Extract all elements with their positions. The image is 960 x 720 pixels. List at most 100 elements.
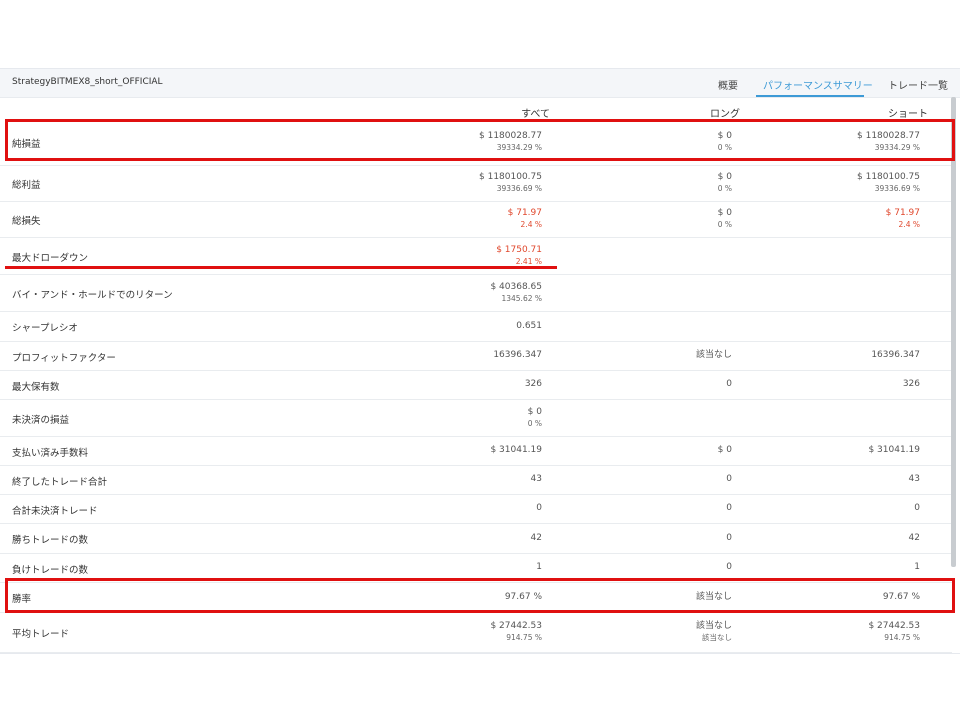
- cell-long: 0: [726, 562, 732, 573]
- cell-all: $ 31041.19: [490, 445, 542, 456]
- row-label: 平均トレード: [12, 629, 70, 640]
- table-row: 未決済の損益 $ 00 %: [0, 399, 952, 437]
- tab-performance-summary[interactable]: パフォーマンスサマリー: [763, 77, 873, 92]
- row-label: 終了したトレード合計: [12, 477, 108, 488]
- cell-value: $ 1750.71: [496, 245, 542, 255]
- cell-long: 0: [726, 379, 732, 390]
- cell-value: 326: [902, 379, 920, 389]
- cell-value: $ 1180100.75: [479, 172, 542, 182]
- cell-value: $ 27442.53: [868, 621, 920, 631]
- cell-value: $ 31041.19: [490, 445, 542, 455]
- cell-value: 該当なし: [695, 350, 732, 360]
- table-row: 最大保有数 326 0 326: [0, 370, 952, 400]
- active-tab-indicator: [756, 95, 864, 97]
- cell-value: $ 71.97: [507, 208, 542, 218]
- cell-all: 43: [531, 474, 542, 485]
- cell-value: 43: [908, 474, 920, 484]
- tab-overview[interactable]: 概要: [718, 77, 738, 92]
- cell-value: 0: [536, 503, 542, 513]
- row-label: 総利益: [12, 180, 41, 191]
- row-label: 最大保有数: [12, 382, 60, 393]
- cell-value: 43: [530, 474, 542, 484]
- cell-value: $ 0: [527, 407, 542, 417]
- table-row: プロフィットファクター 16396.347 該当なし 16396.347: [0, 341, 952, 371]
- cell-value: 16396.347: [871, 350, 920, 360]
- table-row: 総損失 $ 71.97 2.4 % $ 00 % $ 71.97 2.4 %: [0, 201, 952, 238]
- column-header-short: ショート: [888, 109, 928, 120]
- cell-value: 0: [726, 379, 732, 389]
- table-row: バイ・アンド・ホールドでのリターン $ 40368.65 1345.62 %: [0, 274, 952, 312]
- cell-long: 0: [726, 503, 732, 514]
- tab-bar: 概要 パフォーマンスサマリー トレード一覧: [0, 69, 960, 97]
- cell-value: 1: [914, 562, 920, 572]
- cell-value: $ 1180100.75: [857, 172, 920, 182]
- cell-percent: 0 %: [717, 220, 732, 229]
- cell-value: $ 71.97: [885, 208, 920, 218]
- cell-percent: 0 %: [527, 419, 542, 428]
- table-row: 最大ドローダウン $ 1750.71 2.41 %: [0, 237, 952, 275]
- table-row: 総利益 $ 1180100.75 39336.69 % $ 00 % $ 1180100…: [0, 165, 952, 202]
- row-label: 支払い済み手数料: [12, 448, 89, 459]
- cell-percent: 1345.62 %: [501, 294, 542, 303]
- cell-all: 326: [525, 379, 542, 390]
- table-row: 終了したトレード合計 43 0 43: [0, 465, 952, 495]
- table-row: 勝ちトレードの数 42 0 42: [0, 523, 952, 554]
- column-header-long: ロング: [710, 109, 740, 120]
- row-label: バイ・アンド・ホールドでのリターン: [12, 290, 173, 301]
- cell-all: 42: [531, 533, 542, 544]
- cell-percent: 2.4 %: [898, 220, 920, 229]
- strategy-header-bar: StrategyBITMEX8_short_OFFICIAL 概要 パフォーマン…: [0, 69, 960, 98]
- cell-value: 1: [536, 562, 542, 572]
- table-row: 平均トレード $ 27442.53 914.75 % 該当なし 該当なし $ 27442.…: [0, 612, 952, 653]
- cell-percent: 0 %: [717, 184, 732, 193]
- cell-all: $ 1180100.75 39336.69 %: [479, 172, 542, 194]
- table-row: 合計未決済トレード 0 0 0: [0, 494, 952, 524]
- tab-trade-list[interactable]: トレード一覧: [888, 77, 948, 92]
- row-label: 総損失: [12, 216, 41, 227]
- cell-all: 0: [536, 503, 542, 514]
- highlight-net-profit-row: [5, 119, 955, 161]
- cell-value: 42: [530, 533, 542, 543]
- cell-short: 43: [909, 474, 920, 485]
- cell-value: 16396.347: [493, 350, 542, 360]
- cell-all: $ 27442.53 914.75 %: [490, 621, 542, 643]
- cell-value: $ 31041.19: [868, 445, 920, 455]
- cell-value: 0: [914, 503, 920, 513]
- cell-long: $ 0: [718, 445, 732, 456]
- cell-all: $ 40368.65 1345.62 %: [490, 282, 542, 304]
- cell-percent: 39336.69 %: [496, 184, 542, 193]
- cell-value: 0: [726, 533, 732, 543]
- cell-percent: 914.75 %: [884, 633, 920, 642]
- cell-value: 0: [726, 503, 732, 513]
- row-label: 負けトレードの数: [12, 565, 89, 576]
- cell-value: 326: [524, 379, 542, 389]
- row-label: 合計未決済トレード: [12, 506, 98, 517]
- cell-percent: 39336.69 %: [874, 184, 920, 193]
- cell-short: $ 1180100.75 39336.69 %: [857, 172, 920, 194]
- cell-long: $ 00 %: [718, 172, 732, 194]
- cell-percent: 2.4 %: [520, 220, 542, 229]
- cell-value: $ 0: [717, 172, 732, 182]
- column-header-all: すべて: [521, 109, 550, 120]
- cell-short: 42: [909, 533, 920, 544]
- cell-long: $ 00 %: [718, 208, 732, 230]
- cell-value: $ 27442.53: [490, 621, 542, 631]
- cell-percent: 該当なし: [702, 633, 732, 642]
- row-label: 勝ちトレードの数: [12, 535, 89, 546]
- cell-short: 0: [914, 503, 920, 514]
- cell-value: 0: [726, 562, 732, 572]
- cell-all: 0.651: [516, 321, 542, 332]
- cell-short: 1: [914, 562, 920, 573]
- cell-long: 0: [726, 533, 732, 544]
- cell-long: 該当なし 該当なし: [696, 621, 732, 643]
- highlight-max-drawdown-underline: [5, 266, 557, 269]
- cell-all: 16396.347: [493, 350, 542, 361]
- cell-short: $ 27442.53 914.75 %: [868, 621, 920, 643]
- cell-all: $ 00 %: [528, 407, 542, 429]
- row-label: 未決済の損益: [12, 415, 70, 426]
- cell-short: $ 71.97 2.4 %: [886, 208, 920, 230]
- row-label: シャープレシオ: [12, 323, 78, 334]
- table-row: シャープレシオ 0.651: [0, 311, 952, 342]
- cell-long: 0: [726, 474, 732, 485]
- vertical-scrollbar[interactable]: [951, 97, 956, 567]
